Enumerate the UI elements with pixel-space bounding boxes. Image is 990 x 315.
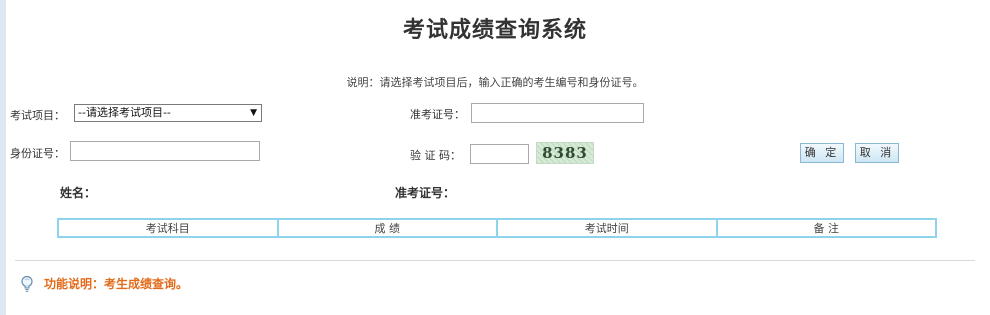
confirm-button[interactable]: 确 定 [800,143,844,163]
table-header-row: 考试科目 成 绩 考试时间 备 注 [57,218,937,238]
dropdown-arrow-icon[interactable]: ▼ [250,105,257,121]
admission-number-input[interactable] [471,103,644,123]
captcha-input[interactable] [470,144,529,164]
page-title: 考试成绩查询系统 [402,18,587,43]
id-number-input[interactable] [70,141,260,161]
exam-item-label: 考试项目： [10,109,65,122]
admission-number-label: 准考证号： [410,108,465,121]
instructions-text: 说明：请选择考试项目后，输入正确的考生编号和身份证号。 [346,76,644,89]
lightbulb-icon [21,275,33,292]
exam-item-selected-value: --请选择考试项目-- [78,106,171,119]
result-admission-label: 准考证号： [395,186,456,200]
score-table: 考试科目 成 绩 考试时间 备 注 [57,218,937,238]
exam-item-select[interactable]: --请选择考试项目-- ▼ [74,104,262,122]
column-header-remarks: 备 注 [715,218,937,238]
section-divider [15,260,975,261]
column-header-score: 成 绩 [276,218,498,238]
result-name-label: 姓名： [60,186,97,200]
column-header-exam-time: 考试时间 [496,218,718,238]
column-header-subject: 考试科目 [57,218,279,238]
captcha-image[interactable]: 8383 [536,142,594,164]
cancel-button[interactable]: 取 消 [855,143,899,163]
id-number-label: 身份证号： [10,147,65,160]
function-note: 功能说明：考生成绩查询。 [44,277,189,291]
left-edge-strip [0,0,6,315]
captcha-label: 验 证 码： [410,149,461,162]
